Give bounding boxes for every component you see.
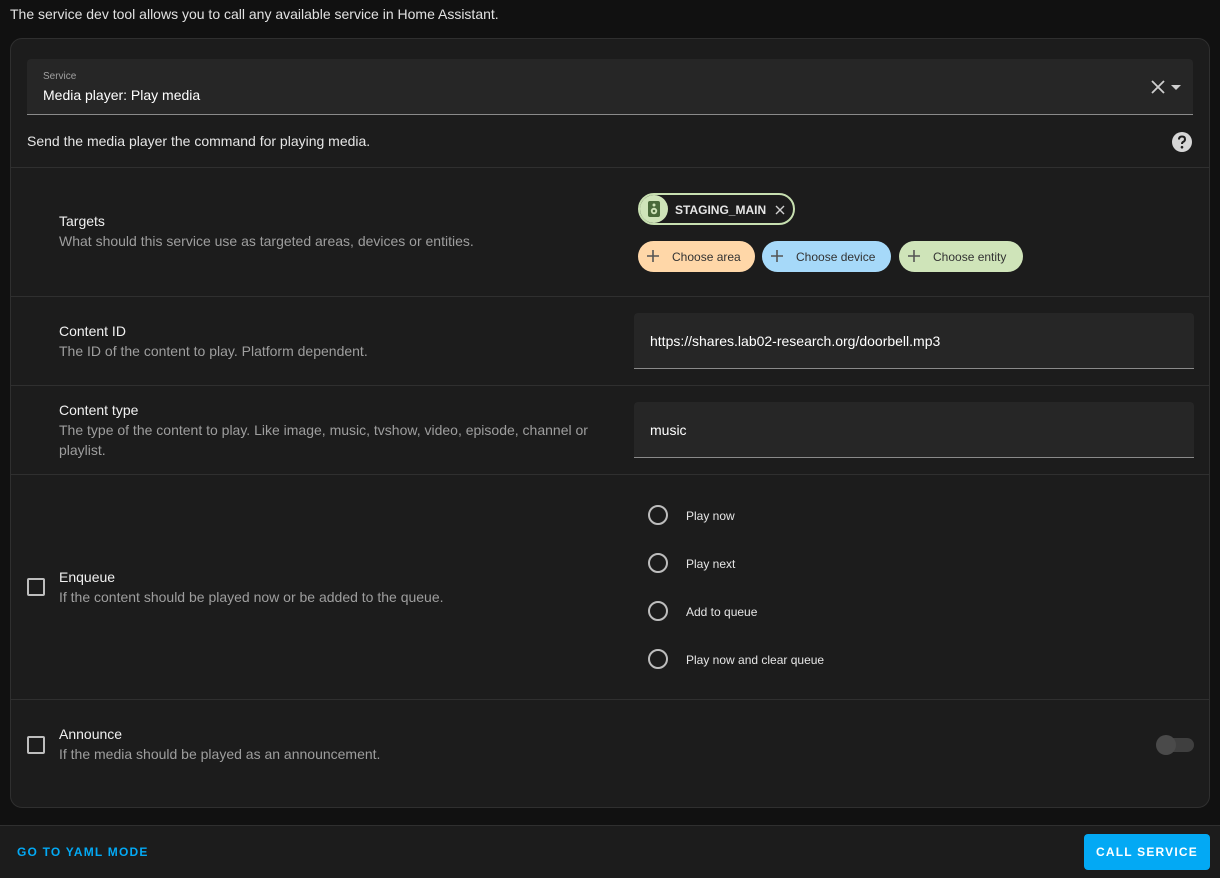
- target-entity-chip[interactable]: STAGING_MAIN: [638, 193, 795, 225]
- announce-toggle-thumb[interactable]: [1156, 735, 1176, 755]
- footer-bar: GO TO YAML MODE CALL SERVICE: [0, 825, 1220, 878]
- choose-device-button[interactable]: Choose device: [762, 241, 891, 272]
- enqueue-checkbox[interactable]: [27, 578, 45, 596]
- service-select[interactable]: Service Media player: Play media: [27, 59, 1193, 115]
- choose-area-button[interactable]: Choose area: [638, 241, 755, 272]
- content-type-value: music: [650, 422, 687, 438]
- service-description: Send the media player the command for pl…: [27, 133, 371, 149]
- content-type-row: Content type The type of the content to …: [11, 385, 1209, 474]
- content-id-title: Content ID: [59, 323, 126, 339]
- service-card: Service Media player: Play media Send th…: [10, 38, 1210, 808]
- choose-device-label: Choose device: [796, 250, 876, 264]
- intro-text: The service dev tool allows you to call …: [10, 6, 499, 22]
- close-icon[interactable]: [774, 204, 786, 216]
- content-id-value: https://shares.lab02-research.org/doorbe…: [650, 333, 941, 349]
- announce-checkbox[interactable]: [27, 736, 45, 754]
- content-type-subtitle: The type of the content to play. Like im…: [59, 422, 588, 458]
- help-icon[interactable]: [1171, 131, 1193, 153]
- target-entity-label: STAGING_MAIN: [675, 203, 767, 217]
- radio-add-to-queue[interactable]: [648, 601, 668, 621]
- radio-play-now-clear-queue[interactable]: [648, 649, 668, 669]
- content-type-input[interactable]: music: [634, 402, 1194, 458]
- clear-icon[interactable]: [1149, 78, 1167, 96]
- radio-play-next-label: Play next: [686, 557, 736, 571]
- content-id-subtitle: The ID of the content to play. Platform …: [59, 343, 368, 359]
- speaker-icon: [640, 195, 668, 223]
- announce-row: Announce If the media should be played a…: [11, 699, 1209, 807]
- service-select-label: Service: [43, 71, 77, 82]
- plus-icon: [771, 250, 783, 262]
- enqueue-row: Enqueue If the content should be played …: [11, 474, 1209, 699]
- choose-entity-button[interactable]: Choose entity: [899, 241, 1023, 272]
- call-service-button[interactable]: CALL SERVICE: [1084, 834, 1210, 870]
- targets-subtitle: What should this service use as targeted…: [59, 233, 474, 249]
- targets-row: Targets What should this service use as …: [11, 167, 1209, 296]
- content-type-title: Content type: [59, 402, 139, 418]
- choose-area-label: Choose area: [672, 250, 741, 264]
- radio-play-now-label: Play now: [686, 509, 735, 523]
- plus-icon: [647, 250, 659, 262]
- radio-play-next[interactable]: [648, 553, 668, 573]
- yaml-mode-button[interactable]: GO TO YAML MODE: [17, 845, 149, 859]
- announce-title: Announce: [59, 726, 123, 742]
- choose-entity-label: Choose entity: [933, 250, 1007, 264]
- service-select-value: Media player: Play media: [43, 87, 201, 103]
- radio-play-now[interactable]: [648, 505, 668, 525]
- chevron-down-icon[interactable]: [1167, 78, 1185, 96]
- enqueue-subtitle: If the content should be played now or b…: [59, 589, 444, 605]
- announce-subtitle: If the media should be played as an anno…: [59, 746, 381, 762]
- content-id-input[interactable]: https://shares.lab02-research.org/doorbe…: [634, 313, 1194, 369]
- radio-play-now-clear-queue-label: Play now and clear queue: [686, 653, 825, 667]
- radio-add-to-queue-label: Add to queue: [686, 605, 758, 619]
- plus-icon: [908, 250, 920, 262]
- enqueue-title: Enqueue: [59, 569, 116, 585]
- targets-title: Targets: [59, 213, 105, 229]
- content-id-row: Content ID The ID of the content to play…: [11, 296, 1209, 385]
